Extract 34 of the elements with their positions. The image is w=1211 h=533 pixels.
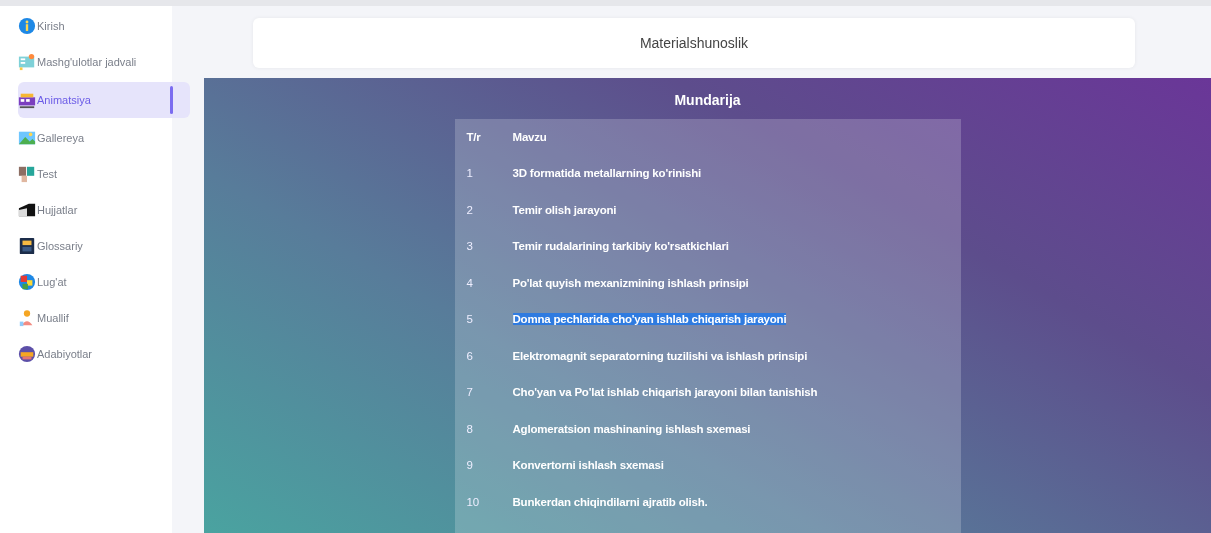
topic-link[interactable]: Cho'yan va Po'lat ishlab chiqarish jarayoni bilan tanishish <box>512 386 818 399</box>
row-number: 3 <box>465 240 474 253</box>
row-number: 1 <box>465 167 474 180</box>
sidebar-item[interactable]: Glossariy <box>18 230 190 262</box>
row-number: 7 <box>465 386 474 399</box>
sidebar-item[interactable]: Hujjatlar <box>18 194 190 226</box>
row-number: 8 <box>465 422 474 435</box>
topic-link[interactable]: Temir rudalarining tarkibiy ko'rsatkichlari <box>512 240 729 253</box>
sidebar-item[interactable]: Mashg'ulotlar jadvali <box>18 46 190 78</box>
topic-link[interactable]: Temir olish jarayoni <box>512 203 617 216</box>
row-number: 2 <box>465 203 474 216</box>
topic-link[interactable]: Elektromagnit separatorning tuzilishi va ishlash prinsipi <box>512 349 808 362</box>
topic-link[interactable]: Po'lat quyish mexanizmining ishlash prinsipi <box>512 276 749 289</box>
row-number: 5 <box>465 313 474 326</box>
row-number: 9 <box>465 459 474 472</box>
sidebar-item[interactable]: Test <box>18 158 190 190</box>
sidebar-item[interactable]: Gallereya <box>18 122 190 154</box>
sidebar-item[interactable]: Kirish <box>18 10 190 42</box>
sidebar-item[interactable]: Animatsiya <box>18 82 190 118</box>
sidebar-item[interactable]: Adabiyotlar <box>18 338 190 370</box>
topic-link[interactable]: Domna pechlarida cho'yan ishlab chiqarish jarayoni <box>512 313 787 326</box>
row-number: 10 <box>465 495 480 508</box>
sidebar-item[interactable]: Muallif <box>18 302 190 334</box>
page-title: Materialshunoslik <box>639 35 749 51</box>
topic-link[interactable]: 3D formatida metallarning ko'rinishi <box>512 167 702 180</box>
row-number: 6 <box>465 349 474 362</box>
row-number: 4 <box>465 276 474 289</box>
column-header: T/r <box>465 131 482 143</box>
topic-link[interactable]: Aglomeratsion mashinaning ishlash sxemasi <box>512 422 751 435</box>
topic-link[interactable]: Konvertorni ishlash sxemasi <box>512 459 664 472</box>
column-header: Mavzu <box>512 131 548 143</box>
contents-title: Mundarija <box>674 92 741 108</box>
sidebar-item[interactable]: Lug'at <box>18 266 190 298</box>
topic-link[interactable]: Bunkerdan chiqindilarni ajratib olish. <box>512 495 708 508</box>
